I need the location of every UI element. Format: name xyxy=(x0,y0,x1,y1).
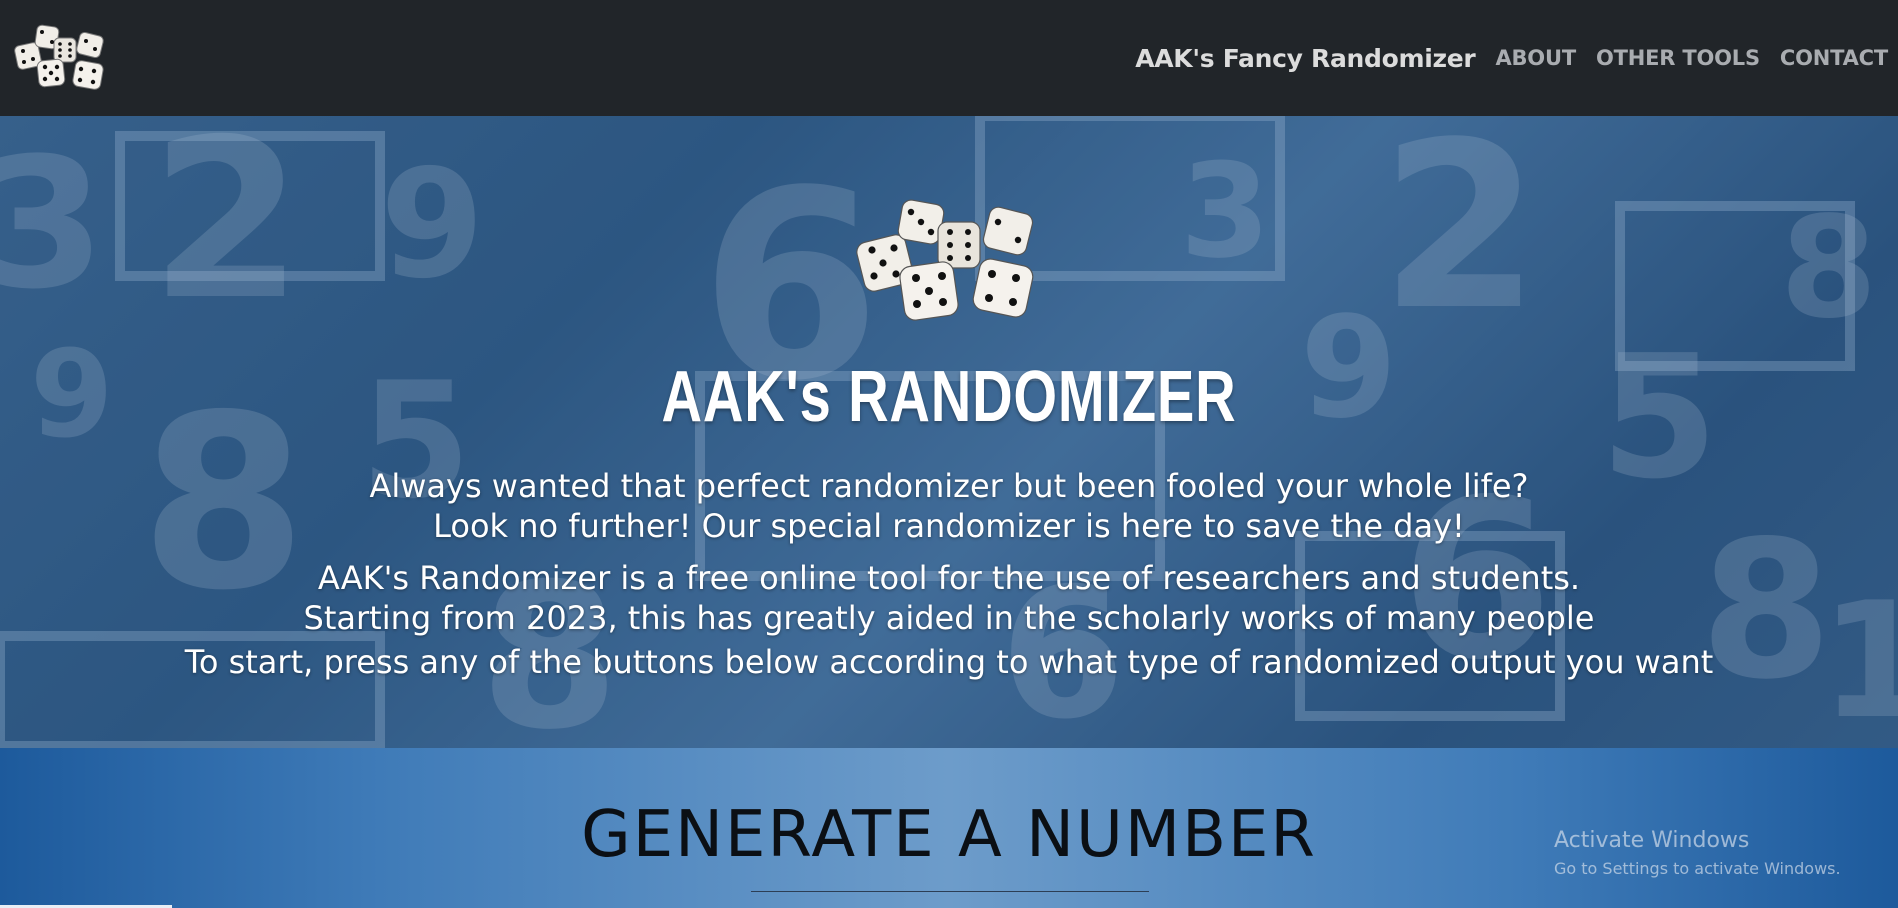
hero-intro-line: Look no further! Our special randomizer … xyxy=(433,507,1465,545)
nav-links: AAK's Fancy Randomizer ABOUT OTHER TOOLS… xyxy=(1135,40,1888,76)
watermark-subtitle: Go to Settings to activate Windows. xyxy=(1554,859,1841,878)
watermark-title: Activate Windows xyxy=(1554,828,1750,853)
hero-instruction-text: To start, press any of the buttons below… xyxy=(184,643,1714,681)
activate-windows-watermark: Activate Windows Go to Settings to activ… xyxy=(1554,828,1841,878)
dice-logo-icon[interactable] xyxy=(14,24,110,90)
hero-description-text: AAK's Randomizer is a free online tool f… xyxy=(0,558,1898,638)
hero-section: 3 2 9 6 3 2 8 9 5 8 9 6 5 8 6 8 1 AAK's … xyxy=(0,116,1898,748)
section-divider xyxy=(751,891,1149,892)
generate-section: GENERATE A NUMBER Activate Windows Go to… xyxy=(0,748,1898,908)
hero-description-line: Starting from 2023, this has greatly aid… xyxy=(303,599,1595,637)
brand-link[interactable]: AAK's Fancy Randomizer xyxy=(1135,44,1476,73)
dice-icon xyxy=(856,199,1034,321)
navbar: AAK's Fancy Randomizer ABOUT OTHER TOOLS… xyxy=(0,0,1898,116)
nav-link-contact[interactable]: CONTACT xyxy=(1780,46,1888,70)
hero-intro-line: Always wanted that perfect randomizer bu… xyxy=(369,467,1529,505)
nav-link-other-tools[interactable]: OTHER TOOLS xyxy=(1596,46,1760,70)
hero-intro-text: Always wanted that perfect randomizer bu… xyxy=(0,466,1898,546)
hero-description-line: AAK's Randomizer is a free online tool f… xyxy=(317,559,1581,597)
hero-title: AAK's RANDOMIZER xyxy=(661,357,1237,437)
nav-link-about[interactable]: ABOUT xyxy=(1495,46,1576,70)
